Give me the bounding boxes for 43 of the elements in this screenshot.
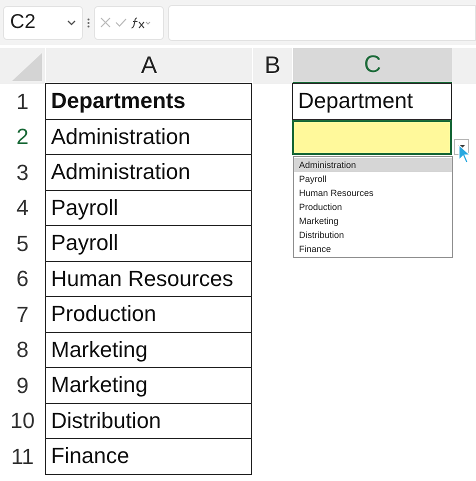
row-header[interactable]: 11 bbox=[0, 439, 45, 474]
table-cell: Departments bbox=[45, 83, 252, 120]
row-header[interactable]: 3 bbox=[0, 155, 45, 190]
column-header[interactable]: C bbox=[292, 48, 452, 84]
more-icon[interactable] bbox=[87, 18, 90, 28]
chevron-down-icon bbox=[67, 20, 76, 26]
cell-reference: C2 bbox=[10, 11, 36, 34]
table-cell: Marketing bbox=[45, 367, 252, 404]
row-header[interactable]: 7 bbox=[0, 297, 45, 332]
row-header[interactable]: 9 bbox=[0, 368, 45, 404]
row-header[interactable]: 8 bbox=[0, 332, 45, 368]
dropdown-option[interactable]: Human Resources bbox=[294, 186, 452, 200]
dropdown-option[interactable]: Payroll bbox=[294, 172, 452, 186]
dropdown-option[interactable]: Finance bbox=[294, 242, 452, 256]
table-cell: Production bbox=[45, 296, 252, 332]
table-cell: Marketing bbox=[45, 332, 252, 368]
column-header[interactable]: B bbox=[252, 48, 292, 84]
formula-bar[interactable] bbox=[168, 4, 476, 40]
table-cell: Human Resources bbox=[45, 260, 252, 297]
select-all-corner[interactable] bbox=[0, 48, 45, 84]
row-header[interactable]: 10 bbox=[0, 404, 45, 439]
table-cell: Payroll bbox=[45, 225, 252, 262]
column-header[interactable]: A bbox=[45, 48, 252, 84]
cancel-icon[interactable] bbox=[100, 17, 111, 28]
table-cell: Finance bbox=[45, 438, 252, 474]
dropdown-option[interactable]: Distribution bbox=[294, 228, 452, 242]
row-header[interactable]: 5 bbox=[0, 226, 45, 262]
dropdown-option[interactable]: Production bbox=[294, 200, 452, 214]
table-cell: Administration bbox=[45, 118, 252, 155]
table-cell: Administration bbox=[45, 154, 252, 190]
dropdown-option[interactable]: Administration bbox=[294, 158, 452, 172]
row-header[interactable]: 2 bbox=[0, 120, 45, 155]
table-cell: Payroll bbox=[45, 190, 252, 226]
table-cell: Department bbox=[292, 83, 452, 120]
check-icon[interactable] bbox=[115, 18, 127, 27]
name-box[interactable]: C2 bbox=[3, 6, 83, 40]
dropdown-option[interactable]: Marketing bbox=[294, 214, 452, 228]
row-header[interactable]: 4 bbox=[0, 190, 45, 226]
function-icon[interactable] bbox=[131, 16, 151, 28]
row-header[interactable]: 1 bbox=[0, 84, 45, 120]
table-cell: Distribution bbox=[45, 402, 252, 439]
row-header[interactable]: 6 bbox=[0, 262, 45, 297]
column-header[interactable] bbox=[452, 48, 476, 84]
